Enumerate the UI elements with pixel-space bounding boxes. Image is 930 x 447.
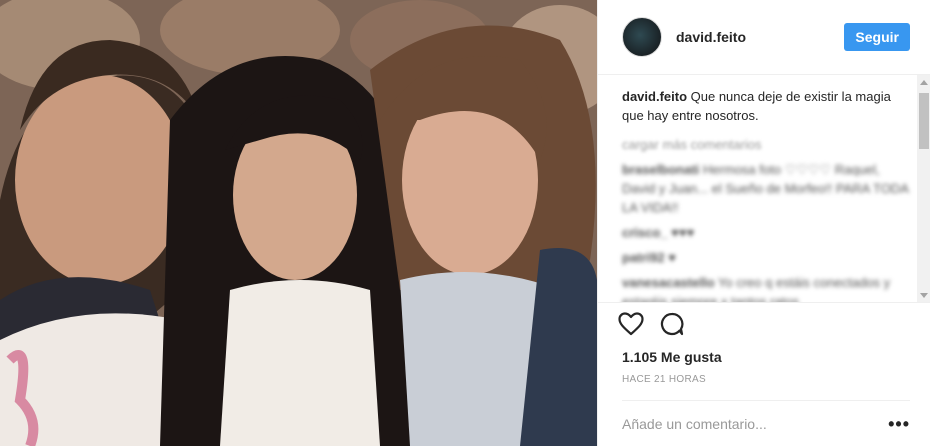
scrollbar-thumb[interactable] bbox=[919, 93, 929, 149]
comment-item: crisco_ ♥♥♥ bbox=[622, 223, 913, 242]
comment-text: ♥♥♥ bbox=[671, 225, 695, 240]
comment-text: ♥ bbox=[668, 250, 676, 265]
header-username[interactable]: david.feito bbox=[676, 29, 844, 45]
avatar[interactable] bbox=[622, 17, 662, 57]
post-timestamp: HACE 21 HORAS bbox=[622, 374, 706, 385]
comment-username[interactable]: patri92 bbox=[622, 250, 665, 265]
comments-section[interactable]: david.feito Que nunca deje de existir la… bbox=[598, 75, 930, 303]
post-photo[interactable] bbox=[0, 0, 597, 446]
post-header: david.feito Seguir bbox=[598, 0, 930, 75]
scroll-up-arrow-icon[interactable] bbox=[920, 80, 928, 85]
add-comment-input[interactable] bbox=[622, 416, 889, 432]
scroll-down-arrow-icon[interactable] bbox=[920, 293, 928, 298]
likes-count[interactable]: 1.105 Me gusta bbox=[622, 349, 722, 365]
comments-scrollbar[interactable] bbox=[917, 75, 930, 302]
comment-item: vanesacastello Yo creo q estáis conectad… bbox=[622, 273, 913, 302]
add-comment-bar: ••• bbox=[622, 400, 910, 447]
instagram-post: david.feito Seguir david.feito Que nunca… bbox=[0, 0, 930, 446]
selfie-image bbox=[0, 0, 597, 446]
caption-username[interactable]: david.feito bbox=[622, 89, 687, 104]
action-bar bbox=[618, 312, 684, 336]
more-options-icon[interactable]: ••• bbox=[888, 415, 910, 433]
post-sidebar: david.feito Seguir david.feito Que nunca… bbox=[597, 0, 930, 446]
comment-username[interactable]: vanesacastello bbox=[622, 275, 715, 290]
load-more-comments-link[interactable]: cargar más comentarios bbox=[622, 135, 913, 154]
heart-icon[interactable] bbox=[618, 312, 644, 336]
post-caption: david.feito Que nunca deje de existir la… bbox=[622, 87, 913, 125]
comment-item: patri92 ♥ bbox=[622, 248, 913, 267]
comment-username[interactable]: crisco_ bbox=[622, 225, 668, 240]
comment-item: braselbonati Hermosa foto ♡♡♡♡ Raquel, D… bbox=[622, 160, 913, 217]
comment-bubble-icon[interactable] bbox=[660, 312, 684, 336]
comment-username[interactable]: braselbonati bbox=[622, 162, 699, 177]
follow-button[interactable]: Seguir bbox=[844, 23, 910, 51]
